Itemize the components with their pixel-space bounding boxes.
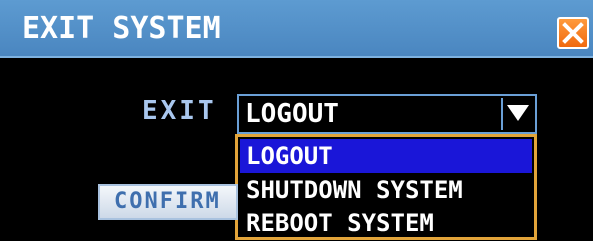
- triangle-down-icon: [507, 105, 529, 121]
- dropdown-list: LOGOUT SHUTDOWN SYSTEM REBOOT SYSTEM: [235, 134, 537, 240]
- exit-label: EXIT: [142, 96, 217, 126]
- dialog-title: EXIT SYSTEM: [22, 11, 221, 46]
- dropdown-toggle[interactable]: [501, 98, 533, 130]
- select-current-value: LOGOUT: [245, 99, 339, 129]
- option-shutdown-system[interactable]: SHUTDOWN SYSTEM: [240, 173, 532, 207]
- exit-option-select[interactable]: LOGOUT: [237, 94, 537, 134]
- close-icon: [562, 22, 584, 44]
- confirm-button[interactable]: CONFIRM: [98, 184, 238, 220]
- exit-system-dialog: EXIT SYSTEM EXIT LOGOUT LOGOUT SHUTDOWN …: [0, 0, 593, 241]
- option-reboot-system[interactable]: REBOOT SYSTEM: [240, 206, 532, 240]
- titlebar: EXIT SYSTEM: [0, 0, 593, 58]
- option-logout[interactable]: LOGOUT: [240, 139, 532, 173]
- close-button[interactable]: [557, 17, 589, 49]
